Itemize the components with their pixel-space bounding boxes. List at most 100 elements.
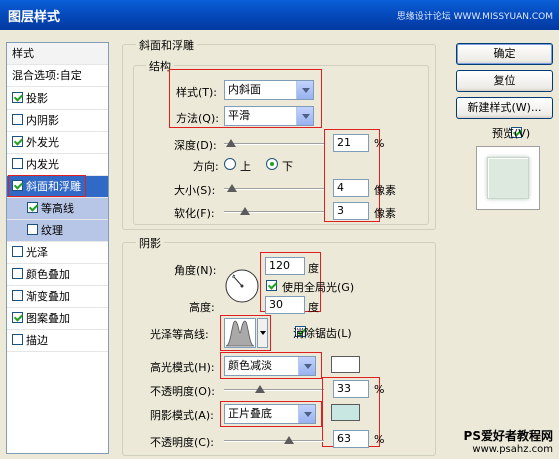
style-checkbox[interactable] — [12, 114, 23, 125]
style-list-label: 混合选项:自定 — [12, 69, 82, 82]
size-unit: 像素 — [374, 184, 396, 197]
soften-slider-thumb[interactable] — [240, 207, 250, 215]
size-input[interactable]: 4 — [333, 179, 369, 197]
shadow-opacity-unit: % — [374, 433, 385, 446]
depth-input[interactable]: 21 — [333, 134, 369, 152]
shadow-color-swatch[interactable] — [331, 404, 360, 421]
highlight-mode-label: 高光模式(H): — [150, 361, 215, 374]
style-checkbox[interactable] — [12, 268, 23, 279]
bevel-emboss-title: 斜面和浮雕 — [136, 37, 197, 53]
style-list-label: 等高线 — [41, 202, 74, 215]
highlight-color-swatch[interactable] — [331, 356, 360, 373]
style-list-item[interactable]: 渐变叠加 — [7, 286, 108, 308]
gloss-contour-dropdown[interactable] — [257, 318, 268, 348]
size-slider-thumb[interactable] — [227, 184, 237, 192]
technique-select[interactable]: 平滑 — [224, 106, 314, 126]
highlight-opacity-thumb[interactable] — [255, 385, 265, 393]
soften-input[interactable]: 3 — [333, 202, 369, 220]
style-checkbox[interactable] — [12, 334, 23, 345]
style-checkbox[interactable] — [12, 290, 23, 301]
style-list-label: 纹理 — [41, 224, 63, 237]
depth-label: 深度(D): — [174, 139, 217, 152]
highlight-opacity-label: 不透明度(O): — [150, 385, 215, 398]
style-list[interactable]: 样式 混合选项:自定 投影 内阴影 外发光 内发光 斜面和浮雕 等高线 纹理 光泽 颜色叠加 渐变叠加… — [6, 42, 109, 454]
style-list-item[interactable]: 描边 — [7, 330, 108, 352]
style-list-item[interactable]: 纹理 — [7, 220, 108, 242]
chevron-down-icon — [298, 405, 315, 423]
watermark: 思缘设计论坛 WWW.MISSYUAN.COM — [396, 12, 553, 22]
style-list-label: 渐变叠加 — [26, 290, 70, 303]
style-list-label: 光泽 — [26, 246, 48, 259]
style-checkbox[interactable] — [12, 92, 23, 103]
footer-watermark-line2: www.psahz.com — [472, 444, 553, 455]
style-checkbox[interactable] — [12, 136, 23, 147]
style-list-item[interactable]: 样式 — [7, 43, 108, 65]
angle-dial[interactable] — [224, 268, 260, 304]
anti-alias-label: 消除锯齿(L) — [293, 327, 352, 340]
shadow-opacity-slider[interactable] — [224, 440, 324, 442]
shadow-opacity-input[interactable]: 63 — [333, 430, 369, 448]
style-list-label: 颜色叠加 — [26, 268, 70, 281]
style-checkbox[interactable] — [12, 312, 23, 323]
soften-slider[interactable] — [224, 211, 324, 213]
style-list-item[interactable]: 内阴影 — [7, 110, 108, 132]
style-checkbox[interactable] — [27, 202, 38, 213]
style-list-item[interactable]: 等高线 — [7, 198, 108, 220]
global-light-checkbox[interactable] — [266, 280, 277, 291]
altitude-unit: 度 — [308, 301, 319, 314]
angle-label: 角度(N): — [174, 264, 217, 277]
style-list-item[interactable]: 内发光 — [7, 154, 108, 176]
technique-value: 平滑 — [228, 109, 250, 122]
title-bar[interactable]: 图层样式 思缘设计论坛 WWW.MISSYUAN.COM — [0, 0, 559, 30]
highlight-mode-value: 颜色减淡 — [228, 359, 272, 372]
style-list-item[interactable]: 外发光 — [7, 132, 108, 154]
style-list-label: 内发光 — [26, 158, 59, 171]
direction-label: 方向: — [193, 160, 219, 173]
style-checkbox[interactable] — [12, 158, 23, 169]
style-list-label: 外发光 — [26, 136, 59, 149]
depth-slider-thumb[interactable] — [226, 139, 236, 147]
style-list-label: 投影 — [26, 92, 48, 105]
direction-down-radio[interactable] — [266, 158, 278, 170]
direction-down-label: 下 — [282, 160, 293, 173]
bevel-style-value: 内斜面 — [228, 83, 261, 96]
style-list-label: 图案叠加 — [26, 312, 70, 325]
angle-unit: 度 — [308, 262, 319, 275]
highlight-opacity-input[interactable]: 33 — [333, 380, 369, 398]
style-label: 样式(T): — [176, 86, 218, 99]
style-list-item[interactable]: 颜色叠加 — [7, 264, 108, 286]
altitude-label: 高度: — [189, 301, 215, 314]
gloss-contour-label: 光泽等高线: — [150, 328, 209, 341]
shadow-mode-select[interactable]: 正片叠底 — [224, 404, 316, 424]
new-style-button[interactable]: 新建样式(W)... — [456, 97, 553, 119]
style-list-label: 样式 — [12, 47, 34, 60]
ok-button[interactable]: 确定 — [456, 43, 553, 65]
gloss-contour-preview[interactable] — [224, 318, 256, 348]
style-list-item[interactable]: 投影 — [7, 88, 108, 110]
soften-unit: 像素 — [374, 207, 396, 220]
shadow-opacity-thumb[interactable] — [284, 436, 294, 444]
direction-up-label: 上 — [240, 160, 251, 173]
style-checkbox[interactable] — [12, 246, 23, 257]
bevel-style-select[interactable]: 内斜面 — [224, 80, 314, 100]
altitude-input[interactable]: 30 — [265, 296, 305, 314]
style-list-item[interactable]: 混合选项:自定 — [7, 65, 108, 87]
highlight-opacity-slider[interactable] — [224, 389, 324, 391]
reset-button[interactable]: 复位 — [456, 70, 553, 92]
style-list-item[interactable]: 光泽 — [7, 242, 108, 264]
shading-title: 阴影 — [136, 235, 164, 251]
preview-swatch — [487, 157, 529, 199]
highlight-opacity-unit: % — [374, 383, 385, 396]
direction-up-radio[interactable] — [224, 158, 236, 170]
highlight-mode-select[interactable]: 颜色减淡 — [224, 356, 316, 376]
style-checkbox[interactable] — [27, 224, 38, 235]
technique-label: 方法(Q): — [176, 112, 219, 125]
style-list-label: 内阴影 — [26, 114, 59, 127]
size-slider[interactable] — [224, 188, 324, 190]
depth-slider[interactable] — [224, 143, 324, 145]
style-list-item[interactable]: 图案叠加 — [7, 308, 108, 330]
angle-input[interactable]: 120 — [265, 257, 305, 275]
footer-watermark: PS爱好者教程网 www.psahz.com — [464, 429, 553, 457]
shadow-opacity-label: 不透明度(C): — [150, 436, 214, 449]
global-light-label: 使用全局光(G) — [282, 281, 355, 294]
